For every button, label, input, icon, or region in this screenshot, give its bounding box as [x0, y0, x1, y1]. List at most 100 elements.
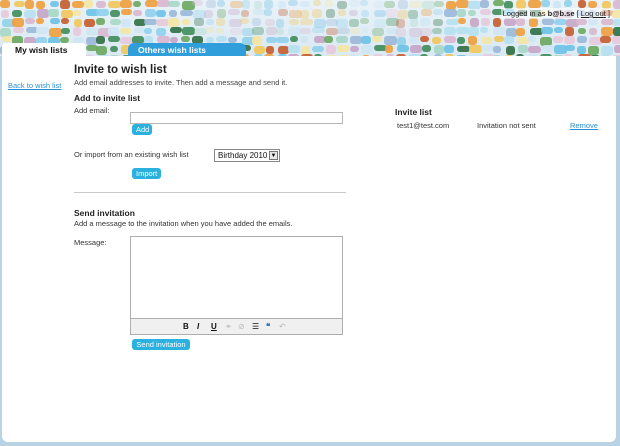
tab-others-wish-lists[interactable]: Others wish lists	[128, 43, 246, 56]
mosaic-tile	[433, 9, 443, 15]
mosaic-tile	[336, 19, 348, 28]
link-icon[interactable]: ⚭	[225, 322, 232, 331]
underline-icon[interactable]: U	[211, 322, 217, 331]
remove-link[interactable]: Remove	[570, 121, 598, 130]
undo-icon[interactable]: ↶	[279, 322, 286, 331]
italic-icon[interactable]: I	[197, 322, 199, 331]
mosaic-tile	[252, 27, 264, 35]
mosaic-tile	[529, 18, 538, 27]
mosaic-tile	[264, 9, 272, 16]
mosaic-tile	[349, 0, 360, 7]
mosaic-tile	[457, 9, 466, 17]
bullet-list-icon[interactable]: ☰	[252, 322, 259, 331]
mosaic-tile	[504, 18, 516, 26]
quote-icon[interactable]: ❝	[266, 322, 270, 331]
mosaic-tile	[409, 1, 422, 8]
mosaic-tile	[542, 18, 554, 25]
back-to-wish-list-link[interactable]: Back to wish list	[8, 81, 61, 90]
mosaic-tile	[25, 18, 35, 24]
mosaic-tile	[182, 19, 190, 25]
mosaic-tile	[73, 27, 81, 36]
mosaic-tile	[84, 0, 93, 8]
mosaic-tile	[444, 27, 456, 35]
mosaic-tile	[12, 10, 22, 17]
invite-status: Invitation not sent	[477, 121, 536, 130]
mosaic-tile	[613, 0, 620, 9]
mosaic-tile	[288, 0, 298, 6]
mosaic-tile	[468, 27, 479, 36]
mosaic-tile	[349, 10, 358, 16]
invite-list-panel: Invite list test1@test.com Invitation no…	[395, 107, 605, 133]
mosaic-tile	[73, 10, 81, 16]
chevron-down-icon[interactable]: ▼	[269, 151, 278, 160]
import-button[interactable]: Import	[132, 168, 161, 179]
mosaic-tile	[216, 18, 225, 26]
mosaic-tile	[206, 0, 216, 8]
mosaic-tile	[422, 1, 435, 9]
mosaic-tile	[169, 10, 177, 17]
page-description: Add email addresses to invite. Then add …	[74, 78, 288, 87]
mosaic-tile	[612, 10, 620, 18]
add-button[interactable]: Add	[132, 124, 152, 135]
mosaic-tile	[12, 18, 24, 27]
add-email-input[interactable]	[130, 112, 343, 124]
mosaic-tile	[24, 10, 36, 18]
mosaic-tile	[50, 18, 60, 24]
mosaic-tile	[48, 9, 59, 17]
mosaic-tile	[168, 1, 180, 7]
login-user: b@b.se	[547, 9, 575, 18]
mosaic-tile	[204, 10, 213, 18]
section-divider	[74, 192, 346, 193]
mosaic-tile	[242, 0, 250, 9]
mosaic-tile	[300, 19, 313, 25]
mosaic-tile	[312, 9, 322, 18]
mosaic-tile	[230, 28, 242, 35]
mosaic-tile	[13, 27, 24, 33]
mosaic-tile	[480, 9, 491, 15]
mosaic-tile	[74, 19, 82, 27]
unlink-icon[interactable]: ⊘	[238, 322, 245, 331]
list-item: test1@test.com Invitation not sent Remov…	[395, 121, 605, 133]
invite-email: test1@test.com	[397, 121, 450, 130]
mosaic-tile	[576, 19, 587, 25]
import-select-value: Birthday 2010	[218, 151, 268, 160]
mosaic-tile	[516, 28, 525, 36]
mosaic-tile	[458, 18, 466, 24]
send-invitation-button[interactable]: Send invitation	[132, 339, 190, 350]
mosaic-tile	[61, 28, 70, 34]
mosaic-tile	[481, 18, 490, 26]
mosaic-tile	[493, 0, 504, 6]
mosaic-tile	[565, 27, 574, 36]
bold-icon[interactable]: B	[183, 322, 189, 331]
tab-my-wish-lists[interactable]: My wish lists	[2, 43, 86, 56]
mosaic-tile	[168, 18, 179, 27]
mosaic-tile	[96, 9, 109, 16]
login-status: Logged in as b@b.se [ Log out ]	[500, 8, 612, 19]
invite-list-title: Invite list	[395, 107, 432, 117]
editor-toolbar: B I U ⚭ ⊘ ☰ ❝ ↶	[130, 318, 343, 335]
mosaic-tile	[337, 28, 350, 34]
mosaic-tile	[25, 0, 34, 9]
import-wish-list-select[interactable]: Birthday 2010 ▼	[214, 149, 280, 162]
mosaic-tile	[133, 10, 142, 16]
mosaic-tile	[121, 9, 132, 15]
mosaic-tile	[50, 1, 59, 7]
mosaic-tile	[337, 1, 347, 9]
mosaic-tile	[254, 1, 262, 9]
logout-link[interactable]: Log out	[581, 9, 606, 18]
mosaic-tile	[110, 10, 120, 17]
page-title: Invite to wish list	[74, 64, 167, 76]
mosaic-tile	[578, 28, 586, 34]
mosaic-tile	[410, 18, 418, 27]
mosaic-tile	[480, 27, 488, 33]
mosaic-tile	[36, 1, 45, 9]
mosaic-tile	[110, 19, 121, 25]
mosaic-tile	[36, 18, 44, 24]
mosaic-tile	[528, 0, 541, 8]
mosaic-tile	[156, 10, 166, 17]
mosaic-tile	[217, 9, 226, 18]
mosaic-tile	[240, 18, 249, 24]
import-label: Or import from an existing wish list	[74, 150, 189, 159]
mosaic-tile	[289, 19, 299, 25]
mosaic-tile	[396, 28, 406, 37]
